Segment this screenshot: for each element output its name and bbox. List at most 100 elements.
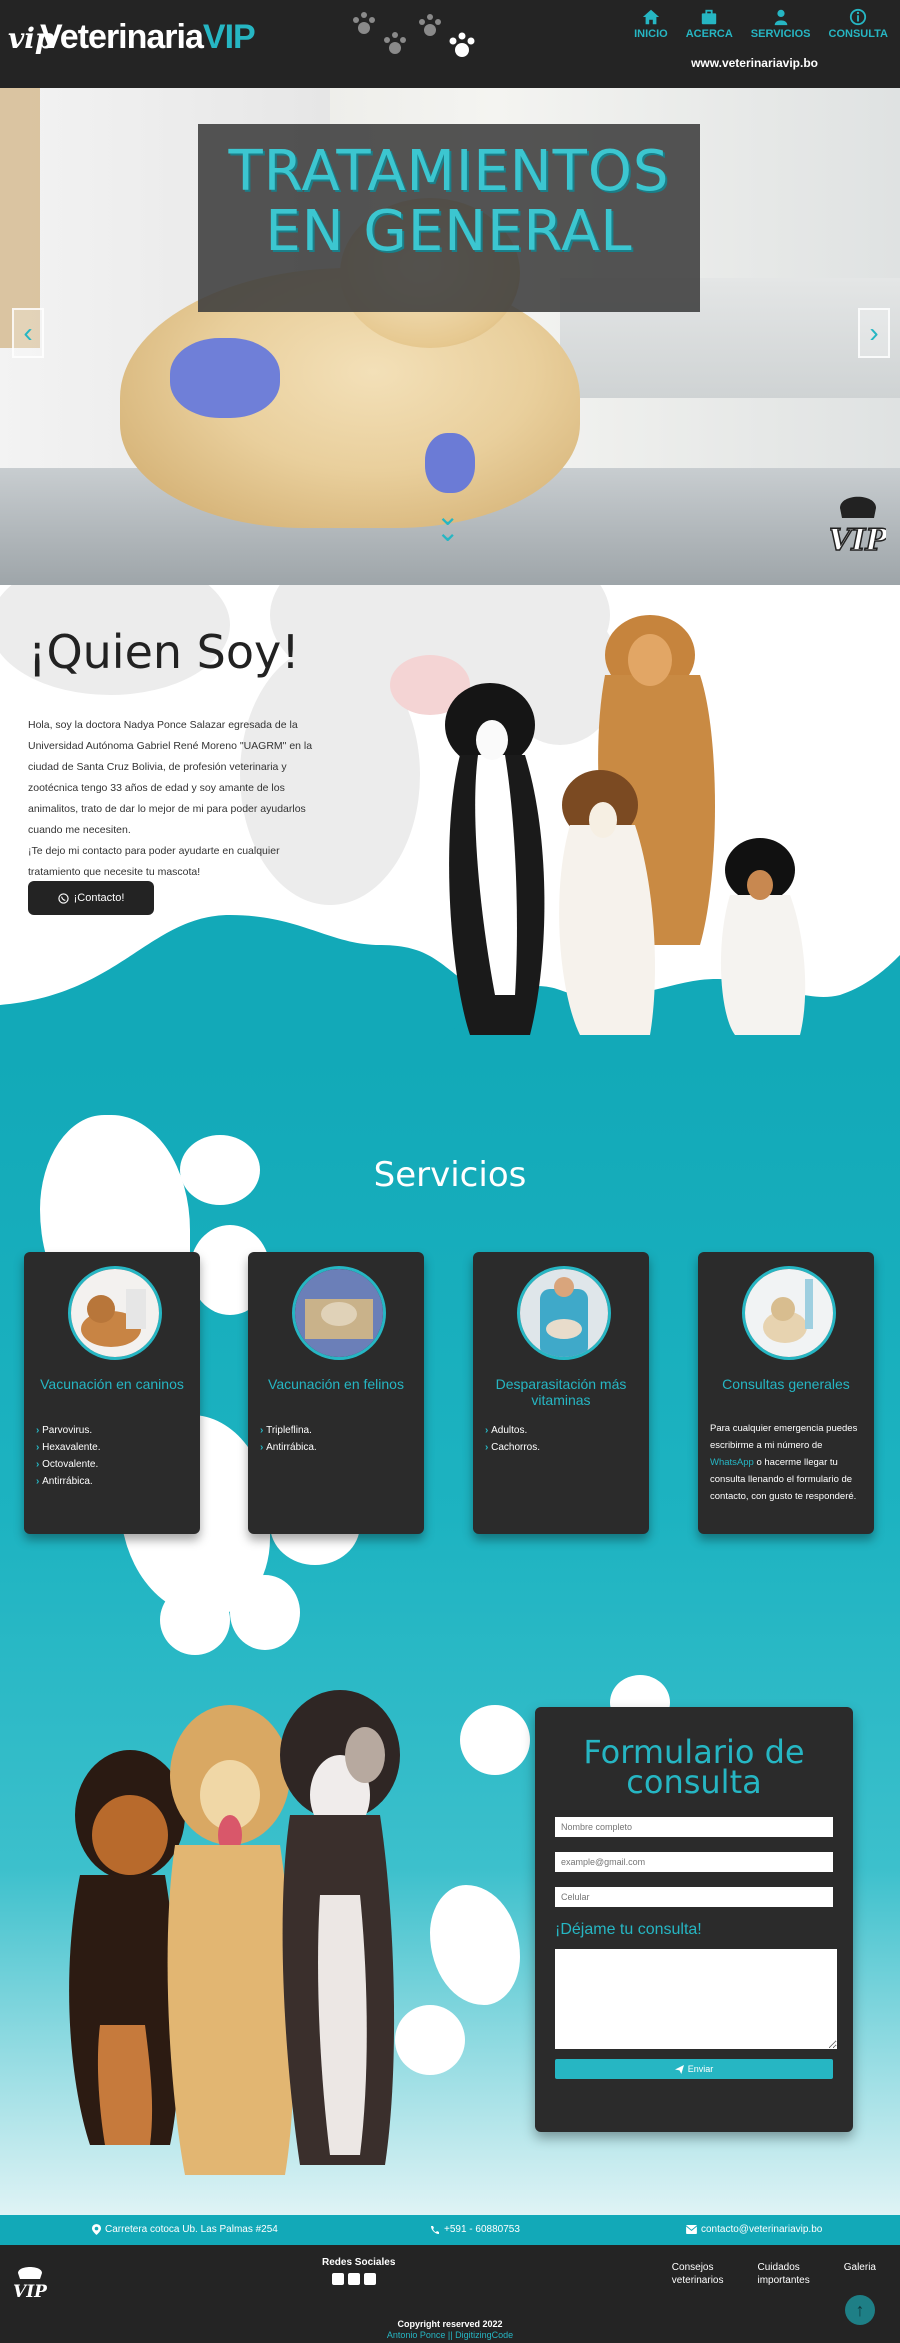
info-icon [850, 8, 867, 26]
service-card-deworming[interactable]: Desparasitación más vitaminas Adultos. C… [473, 1252, 649, 1534]
nav-servicios[interactable]: SERVICIOS [751, 8, 811, 40]
whatsapp-link[interactable]: WhatsApp [710, 1457, 754, 1468]
copyright-text: Copyright reserved 2022 [397, 2319, 503, 2329]
users-icon [774, 9, 787, 26]
paper-plane-icon [674, 2064, 684, 2074]
list-item: Antirrábica. [36, 1473, 100, 1490]
service-title: Vacunación en caninos [40, 1376, 184, 1392]
hero-glove-image-2 [425, 433, 475, 493]
footer-links: Consejos veterinarios Cuidados importantes… [672, 2261, 876, 2287]
carousel-prev-button[interactable]: ‹ [12, 308, 44, 358]
service-image-canine [68, 1266, 162, 1360]
puppies-image [69, 1690, 400, 2175]
home-icon [642, 9, 660, 25]
envelope-icon [686, 2225, 697, 2234]
phone-input[interactable] [555, 1887, 833, 1907]
name-input[interactable] [555, 1817, 833, 1837]
main-nav: INICIO ACERCA SERVICIOS CONSULTA [634, 8, 888, 40]
phone-item: +591 - 60880753 [430, 2224, 520, 2235]
nav-consulta-label: CONSULTA [828, 28, 888, 40]
hero-title-box: TRATAMIENTOS EN GENERAL [198, 124, 700, 312]
nav-consulta[interactable]: CONSULTA [829, 8, 888, 40]
facebook-icon[interactable] [332, 2273, 344, 2285]
email-input[interactable] [555, 1852, 833, 1872]
consult-form: Formulario de consulta ¡Déjame tu consul… [535, 1707, 853, 2132]
chevron-right-icon: › [869, 317, 879, 348]
list-item: Antirrábica. [260, 1439, 317, 1456]
footer-link-galeria[interactable]: Galeria [844, 2261, 876, 2287]
contact-bar: Carretera cotoca Ub. Las Palmas #254 +59… [0, 2215, 900, 2245]
email-text: contacto@veterinariavip.bo [701, 2224, 823, 2235]
dogs-group-image [445, 615, 806, 1035]
phone-icon [431, 2225, 439, 2234]
service-title: Desparasitación más vitaminas [495, 1376, 627, 1408]
footer-link-text: veterinarios [671, 2275, 724, 2286]
map-pin-icon [92, 2224, 101, 2235]
email-item[interactable]: contacto@veterinariavip.bo [686, 2224, 822, 2235]
nav-acerca[interactable]: ACERCA [686, 8, 733, 40]
contact-button-label: ¡Contacto! [73, 892, 125, 904]
paw-decoration [230, 1575, 300, 1650]
contact-button[interactable]: ¡Contacto! [28, 881, 154, 915]
form-title: Formulario de consulta [583, 1733, 805, 1801]
service-image-deworming [517, 1266, 611, 1360]
footer-link-consejos[interactable]: Consejos veterinarios [672, 2261, 724, 2287]
vip-badge-icon: VIP [830, 496, 886, 558]
about-paragraph-2: ¡Te dejo mi contacto para poder ayudarte… [28, 845, 280, 878]
service-image-feline [292, 1266, 386, 1360]
about-section: ¡Quien Soy! Hola, soy la doctora Nadya P… [0, 585, 900, 1055]
logo-accent: VIP [202, 18, 256, 56]
service-card-feline[interactable]: Vacunación en felinos Tripleflina. Antir… [248, 1252, 424, 1534]
hero-title: TRATAMIENTOS EN GENERAL [228, 139, 670, 264]
chevron-left-icon: ‹ [23, 317, 33, 348]
carousel-next-button[interactable]: › [858, 308, 890, 358]
paw-prints-icon [353, 12, 475, 57]
footer-link-text: Galeria [843, 2262, 876, 2273]
instagram-icon[interactable] [348, 2273, 360, 2285]
footer-link-text: Consejos [671, 2262, 714, 2273]
about-title: ¡Quien Soy! [28, 625, 300, 679]
site-url[interactable]: www.veterinariavip.bo [691, 56, 818, 70]
hero-glove-image [170, 338, 280, 418]
svg-text:VIP: VIP [830, 523, 886, 558]
site-footer: VIP Redes Sociales Consejos veterinarios … [0, 2245, 900, 2343]
paw-decoration [460, 1705, 530, 1775]
service-text-before: Para cualquier emergencia puedes escribi… [710, 1423, 858, 1451]
address-text: Carretera cotoca Ub. Las Palmas #254 [105, 2224, 278, 2235]
service-title: Consultas generales [722, 1376, 850, 1392]
hero-carousel: TRATAMIENTOS EN GENERAL ‹ › ⌄ ⌄ VIP [0, 88, 900, 585]
scroll-top-button[interactable]: ↑ [845, 2295, 875, 2325]
snapchat-icon[interactable] [364, 2273, 376, 2285]
service-image-consult [742, 1266, 836, 1360]
nav-inicio[interactable]: INICIO [634, 8, 668, 40]
svg-text:VIP: VIP [13, 2282, 48, 2301]
message-label: ¡Déjame tu consulta! [555, 1921, 702, 1938]
copyright: Copyright reserved 2022 Antonio Ponce ||… [0, 2319, 900, 2341]
list-item: Octovalente. [36, 1456, 100, 1473]
whatsapp-icon [57, 892, 69, 904]
author-link[interactable]: Antonio Ponce || DigitizingCode [0, 2330, 900, 2341]
paw-decoration [430, 1885, 520, 2005]
service-list: Tripleflina. Antirrábica. [260, 1422, 317, 1456]
service-card-consult[interactable]: Consultas generales Para cualquier emerg… [698, 1252, 874, 1534]
social-icons [332, 2273, 376, 2285]
list-item: Hexavalente. [36, 1439, 100, 1456]
footer-link-text: Cuidados [757, 2262, 800, 2273]
list-item: Parvovirus. [36, 1422, 100, 1439]
services-title: Servicios [373, 1155, 527, 1195]
service-list: Adultos. Cachorros. [485, 1422, 540, 1456]
nav-acerca-label: ACERCA [685, 28, 733, 40]
send-button-label: Enviar [687, 2064, 714, 2074]
footer-link-text: importantes [757, 2275, 810, 2286]
scroll-down-icon[interactable]: ⌄ ⌄ [436, 502, 459, 546]
list-item: Cachorros. [485, 1439, 540, 1456]
message-textarea[interactable] [555, 1949, 837, 2049]
footer-logo-icon[interactable]: VIP [10, 2261, 50, 2301]
send-button[interactable]: Enviar [555, 2059, 833, 2079]
list-item: Adultos. [485, 1422, 540, 1439]
service-card-canine[interactable]: Vacunación en caninos Parvovirus. Hexava… [24, 1252, 200, 1534]
arrow-up-icon: ↑ [855, 2299, 865, 2320]
site-header: vip VeterinariaVIP INICIO ACERCA SERVICI… [0, 0, 900, 88]
services-section: Servicios Vacunación en caninos Parvovir… [0, 1055, 900, 2215]
footer-link-cuidados[interactable]: Cuidados importantes [758, 2261, 810, 2287]
